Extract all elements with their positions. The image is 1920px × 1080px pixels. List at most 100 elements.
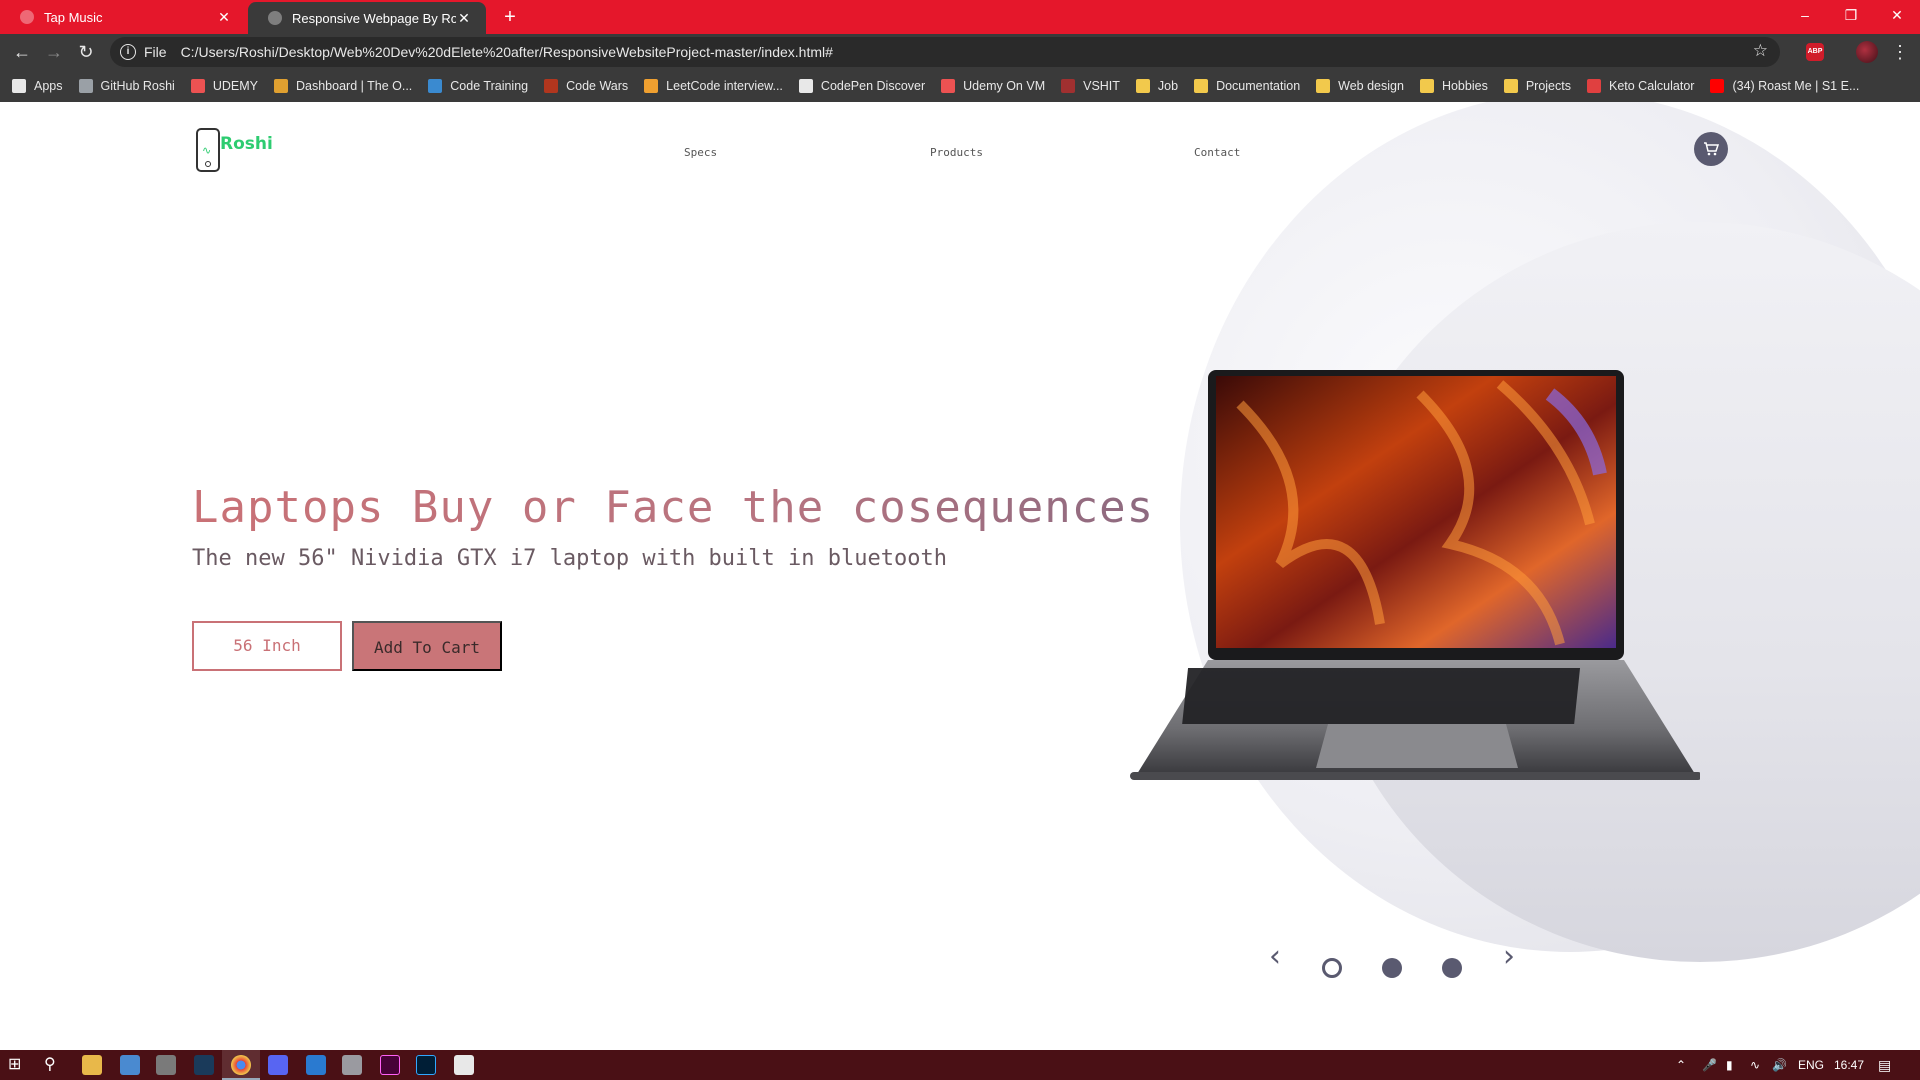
bookmark-item[interactable]: Documentation bbox=[1194, 79, 1300, 93]
bookmark-label: Projects bbox=[1525, 79, 1571, 93]
volume-icon[interactable]: 🔊 bbox=[1772, 1050, 1787, 1080]
phone-icon: ∿ bbox=[196, 128, 220, 172]
carousel-dot-1[interactable] bbox=[1322, 958, 1342, 978]
window-close-icon[interactable]: ✕ bbox=[1874, 0, 1920, 30]
bookmark-icon bbox=[190, 79, 205, 93]
clapper-icon[interactable] bbox=[454, 1055, 474, 1075]
steam-icon[interactable] bbox=[194, 1055, 214, 1075]
bookmark-icon bbox=[1503, 79, 1518, 93]
logo-text: Roshi bbox=[220, 134, 273, 154]
adobe-xd-icon[interactable] bbox=[380, 1055, 400, 1075]
hero-title: Laptops Buy or Face the cosequences bbox=[192, 482, 1155, 533]
carousel-dot-2[interactable] bbox=[1382, 958, 1402, 978]
discord-icon[interactable] bbox=[268, 1055, 288, 1075]
size-button[interactable]: 56 Inch bbox=[192, 621, 342, 671]
minimize-icon[interactable]: – bbox=[1782, 0, 1828, 30]
bookmark-label: Code Training bbox=[450, 79, 529, 93]
clock[interactable]: 16:47 bbox=[1834, 1050, 1864, 1080]
bookmark-item[interactable]: LeetCode interview... bbox=[644, 79, 783, 93]
virtualbox-icon[interactable] bbox=[342, 1055, 362, 1075]
bookmark-item[interactable]: Hobbies bbox=[1419, 79, 1488, 93]
add-to-cart-button[interactable]: Add To Cart bbox=[352, 621, 502, 671]
bookmark-item[interactable]: CodePen Discover bbox=[798, 79, 925, 93]
tab-responsive-webpage[interactable]: Responsive Webpage By Roshi ✕ bbox=[248, 2, 486, 34]
bookmark-item[interactable]: Projects bbox=[1503, 79, 1571, 93]
bookmark-icon bbox=[1419, 79, 1434, 93]
carousel-dot-3[interactable] bbox=[1442, 958, 1462, 978]
wifi-icon: ∿ bbox=[202, 145, 212, 157]
bookmark-label: Udemy On VM bbox=[963, 79, 1046, 93]
laptop-image bbox=[1130, 370, 1700, 780]
bookmark-icon bbox=[941, 79, 956, 93]
new-tab-button[interactable]: + bbox=[498, 4, 522, 30]
back-icon[interactable]: ← bbox=[8, 38, 36, 66]
bookmark-item[interactable]: UDEMY bbox=[190, 79, 258, 93]
bookmark-star-icon[interactable]: ☆ bbox=[1753, 41, 1768, 61]
bookmark-icon bbox=[1194, 79, 1209, 93]
close-icon[interactable]: ✕ bbox=[456, 10, 472, 27]
windows-start-icon[interactable]: ⊞ bbox=[8, 1055, 28, 1075]
tray-chevron-icon[interactable]: ⌃ bbox=[1676, 1050, 1686, 1080]
bookmark-icon bbox=[1586, 79, 1601, 93]
webpage: ∿ Roshi Specs Products Contact Laptops B… bbox=[0, 102, 1920, 1050]
nav-link-products[interactable]: Products bbox=[930, 146, 983, 159]
bookmark-label: Job bbox=[1157, 79, 1179, 93]
battery-icon[interactable]: ▮ bbox=[1726, 1050, 1733, 1080]
address-url[interactable]: C:/Users/Roshi/Desktop/Web%20Dev%20dElet… bbox=[181, 44, 833, 60]
bookmark-item[interactable]: Keto Calculator bbox=[1586, 79, 1695, 93]
profile-avatar[interactable] bbox=[1856, 41, 1878, 63]
bookmark-label: Hobbies bbox=[1441, 79, 1488, 93]
bookmark-item[interactable]: (34) Roast Me | S1 E... bbox=[1710, 79, 1859, 93]
tab-title: Responsive Webpage By Roshi bbox=[292, 10, 456, 26]
vscode-icon[interactable] bbox=[306, 1055, 326, 1075]
notifications-icon[interactable]: ▤ bbox=[1878, 1050, 1891, 1080]
language-indicator[interactable]: ENG bbox=[1798, 1050, 1824, 1080]
bookmarks-bar: Apps GitHub Roshi UDEMY Dashboard | The O..… bbox=[0, 70, 1920, 102]
app-icon[interactable] bbox=[156, 1055, 176, 1075]
bookmark-item[interactable]: Udemy On VM bbox=[941, 79, 1045, 93]
photoshop-icon[interactable] bbox=[416, 1055, 436, 1075]
bookmark-icon bbox=[544, 79, 559, 93]
nav-link-contact[interactable]: Contact bbox=[1194, 146, 1240, 159]
browser-toolbar: ← → ↻ i File C:/Users/Roshi/Desktop/Web%… bbox=[0, 34, 1920, 70]
bookmark-label: Keto Calculator bbox=[1608, 79, 1695, 93]
adblock-extension-icon[interactable]: ABP bbox=[1806, 43, 1824, 61]
chrome-icon[interactable] bbox=[231, 1055, 251, 1075]
bookmark-item[interactable]: Code Wars bbox=[544, 79, 628, 93]
bookmark-item[interactable]: Job bbox=[1135, 79, 1179, 93]
bookmark-label: LeetCode interview... bbox=[666, 79, 783, 93]
info-icon[interactable]: i bbox=[120, 44, 136, 60]
bookmark-item[interactable]: Apps bbox=[12, 79, 63, 93]
carousel-next-icon[interactable]: › bbox=[1496, 942, 1522, 972]
browser-tab-strip: Tap Music ✕ Responsive Webpage By Roshi … bbox=[0, 0, 1920, 34]
bookmark-icon bbox=[798, 79, 813, 93]
file-explorer-icon[interactable] bbox=[82, 1055, 102, 1075]
nav-link-specs[interactable]: Specs bbox=[684, 146, 717, 159]
windows-taskbar: ⊞ ⚲ ⌃ 🎤 ▮ ∿ 🔊 ENG 16:47 ▤ bbox=[0, 1050, 1920, 1080]
site-logo[interactable]: ∿ Roshi bbox=[196, 128, 273, 172]
globe-icon bbox=[268, 11, 282, 25]
forward-icon[interactable]: → bbox=[40, 38, 68, 66]
bookmark-icon bbox=[428, 79, 443, 93]
shopping-cart-icon bbox=[1704, 142, 1720, 156]
cart-button[interactable] bbox=[1694, 132, 1728, 166]
browser-menu-icon[interactable]: ⋮ bbox=[1890, 40, 1910, 64]
bookmark-label: (34) Roast Me | S1 E... bbox=[1732, 79, 1860, 93]
restore-icon[interactable]: ❐ bbox=[1828, 0, 1874, 30]
bookmark-item[interactable]: Web design bbox=[1316, 79, 1404, 93]
bookmark-item[interactable]: Code Training bbox=[428, 79, 528, 93]
address-bar[interactable]: i File C:/Users/Roshi/Desktop/Web%20Dev%… bbox=[110, 37, 1780, 67]
reload-icon[interactable]: ↻ bbox=[72, 38, 100, 66]
tab-tap-music[interactable]: Tap Music ✕ bbox=[0, 0, 246, 34]
bookmark-item[interactable]: Dashboard | The O... bbox=[274, 79, 412, 93]
microphone-icon[interactable]: 🎤 bbox=[1702, 1050, 1717, 1080]
bookmark-label: GitHub Roshi bbox=[100, 79, 175, 93]
carousel-prev-icon[interactable]: ‹ bbox=[1262, 942, 1288, 972]
outlook-icon[interactable] bbox=[120, 1055, 140, 1075]
wifi-icon[interactable]: ∿ bbox=[1750, 1050, 1760, 1080]
bookmark-item[interactable]: VSHIT bbox=[1061, 79, 1120, 93]
search-icon[interactable]: ⚲ bbox=[44, 1055, 64, 1075]
bookmark-item[interactable]: GitHub Roshi bbox=[78, 79, 175, 93]
tab-title: Tap Music bbox=[44, 9, 103, 25]
close-icon[interactable]: ✕ bbox=[216, 9, 232, 26]
